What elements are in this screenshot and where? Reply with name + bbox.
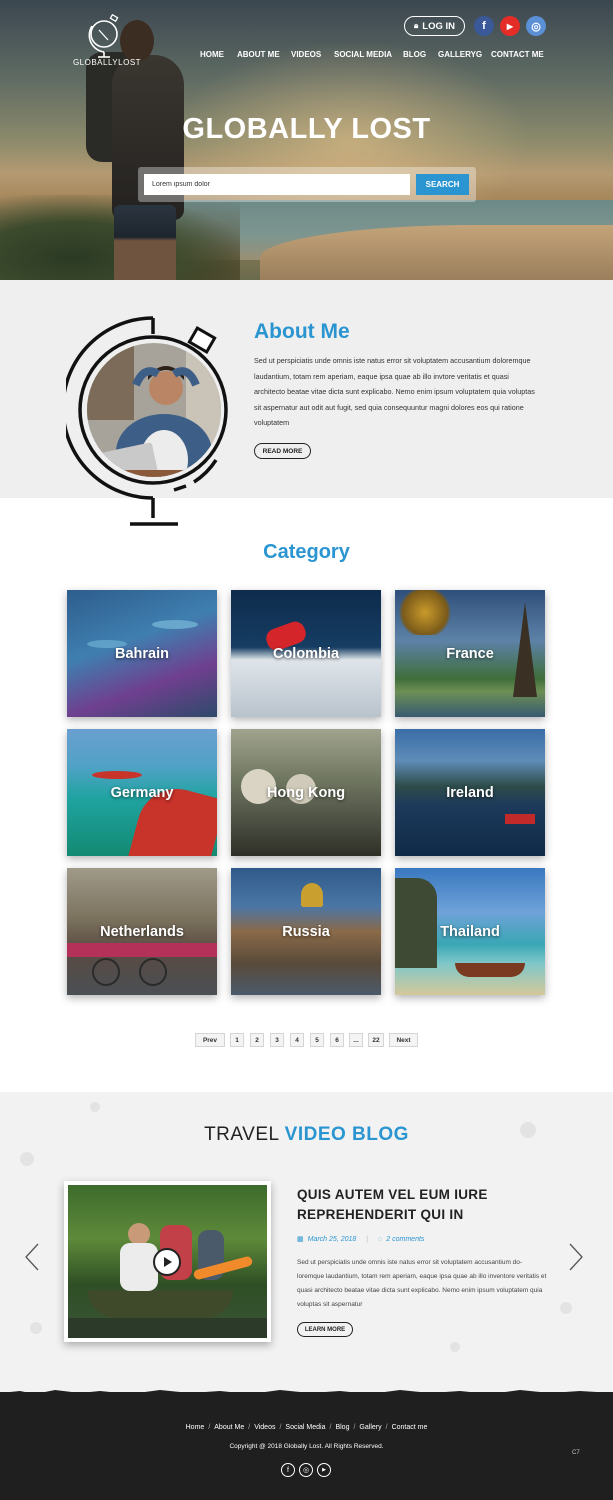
nav-about-me[interactable]: ABOUT ME — [237, 50, 280, 59]
globe-illustration — [61, 310, 236, 528]
footer-separator: / — [248, 1424, 251, 1431]
pagination-page[interactable]: 3 — [270, 1033, 284, 1047]
category-tile-thailand[interactable]: Thailand — [395, 868, 545, 995]
calendar-icon: ▦ — [297, 1236, 304, 1243]
login-label: LOG IN — [422, 20, 455, 32]
nav-videos[interactable]: VIDEOS — [291, 50, 321, 59]
video-blog-title: TRAVEL VIDEO BLOG — [0, 1124, 613, 1146]
category-tile-bahrain[interactable]: Bahrain — [67, 590, 217, 717]
pagination-page[interactable]: 6 — [330, 1033, 344, 1047]
globe-logo-icon — [88, 13, 119, 58]
category-label: Russia — [282, 923, 330, 940]
footer-link-home[interactable]: Home — [186, 1424, 205, 1431]
category-label: Hong Kong — [266, 784, 346, 801]
footer-nav: Home / About Me / Videos / Social Media / Blog / G… — [0, 1424, 613, 1431]
category-label: Ireland — [446, 784, 494, 801]
meta-divider: | — [366, 1235, 369, 1243]
category-tile-hong-kong[interactable]: Hong Kong — [231, 729, 381, 856]
category-label: Bahrain — [115, 645, 169, 662]
hero-title: GLOBALLY LOST — [182, 113, 431, 145]
carousel-prev-arrow-icon[interactable] — [24, 1243, 40, 1271]
footer-separator: / — [385, 1424, 388, 1431]
category-title: Category — [263, 541, 350, 563]
site-logo[interactable]: GLOBALLYLOST — [66, 12, 146, 70]
video-blog-title-plain: TRAVEL — [204, 1124, 285, 1145]
nav-social-media[interactable]: SOCIAL MEDIA — [334, 50, 392, 59]
footer-youtube-icon[interactable]: ▶ — [317, 1463, 331, 1477]
nav-gallery[interactable]: GALLERYG — [438, 50, 482, 59]
youtube-icon[interactable]: ▶ — [500, 16, 520, 36]
category-tile-france[interactable]: France — [395, 590, 545, 717]
about-text: Sed ut perspiciatis unde omnis iste natu… — [254, 356, 535, 427]
lock-icon: 🔒︎ — [414, 21, 419, 30]
category-label: France — [446, 645, 494, 662]
footer-link-about-me[interactable]: About Me — [214, 1424, 244, 1431]
footer-separator: / — [279, 1424, 282, 1431]
category-tile-colombia[interactable]: Colombia — [231, 590, 381, 717]
footer-link-gallery[interactable]: Gallery — [359, 1424, 381, 1431]
instagram-icon[interactable]: ◎ — [526, 16, 546, 36]
corner-mark: C7 — [572, 1450, 580, 1456]
footer-link-contact-me[interactable]: Contact me — [392, 1424, 428, 1431]
footer-facebook-icon[interactable]: f — [281, 1463, 295, 1477]
category-label: Thailand — [440, 923, 500, 940]
nav-blog[interactable]: BLOG — [403, 50, 426, 59]
footer-link-blog[interactable]: Blog — [335, 1424, 349, 1431]
pagination-prev[interactable]: Prev — [195, 1033, 225, 1047]
category-label: Colombia — [272, 645, 340, 662]
post-date: March 25, 2018 — [307, 1235, 357, 1243]
footer-link-videos[interactable]: Videos — [254, 1424, 275, 1431]
nav-home[interactable]: HOME — [200, 50, 224, 59]
category-tile-netherlands[interactable]: Netherlands — [67, 868, 217, 995]
pagination-page[interactable]: 5 — [310, 1033, 324, 1047]
footer-separator: / — [208, 1424, 211, 1431]
facebook-icon[interactable]: f — [474, 16, 494, 36]
category-label: Netherlands — [100, 923, 184, 940]
copyright-text: Copyright @ 2018 Globally Lost. All Righ… — [229, 1443, 384, 1450]
category-tile-russia[interactable]: Russia — [231, 868, 381, 995]
footer-instagram-icon[interactable]: ◎ — [299, 1463, 313, 1477]
post-title[interactable]: QUIS AUTEM VEL EUM IURE REPREHENDERIT QU… — [297, 1185, 547, 1225]
footer-separator: / — [329, 1424, 332, 1431]
nav-contact-me[interactable]: CONTACT ME — [491, 50, 544, 59]
comment-icon: ◌ — [378, 1235, 383, 1243]
post-text: Sed ut perspiciatis unde omnis iste natu… — [297, 1259, 547, 1308]
hiker-legs — [114, 205, 176, 280]
carousel-next-arrow-icon[interactable] — [568, 1243, 584, 1271]
post-meta: ▦ March 25, 2018 | ◌ 2 comments — [297, 1235, 424, 1244]
logo-text: GLOBALLYLOST — [72, 58, 142, 67]
pagination-ellipsis: ... — [349, 1033, 363, 1047]
play-button[interactable] — [153, 1248, 181, 1276]
play-icon — [164, 1257, 172, 1267]
pagination-page[interactable]: 1 — [230, 1033, 244, 1047]
pagination-page[interactable]: 4 — [290, 1033, 304, 1047]
login-button[interactable]: 🔒︎ LOG IN — [404, 16, 465, 36]
about-title: About Me — [254, 320, 350, 343]
post-comments[interactable]: 2 comments — [386, 1236, 424, 1243]
footer-link-social-media[interactable]: Social Media — [285, 1424, 325, 1431]
search-input[interactable] — [144, 174, 410, 195]
search-button[interactable]: SEARCH — [416, 174, 469, 195]
video-blog-title-accent: VIDEO BLOG — [284, 1124, 409, 1145]
category-tile-germany[interactable]: Germany — [67, 729, 217, 856]
search-bar: SEARCH — [138, 167, 476, 202]
pagination-page[interactable]: 2 — [250, 1033, 264, 1047]
globe-frame-icon — [61, 316, 228, 526]
pagination-page[interactable]: 22 — [368, 1033, 384, 1047]
read-more-button[interactable]: READ MORE — [254, 443, 311, 459]
footer-separator: / — [353, 1424, 356, 1431]
category-label: Germany — [110, 784, 174, 801]
pagination-next[interactable]: Next — [389, 1033, 418, 1047]
category-tile-ireland[interactable]: Ireland — [395, 729, 545, 856]
learn-more-button[interactable]: LEARN MORE — [297, 1322, 353, 1337]
